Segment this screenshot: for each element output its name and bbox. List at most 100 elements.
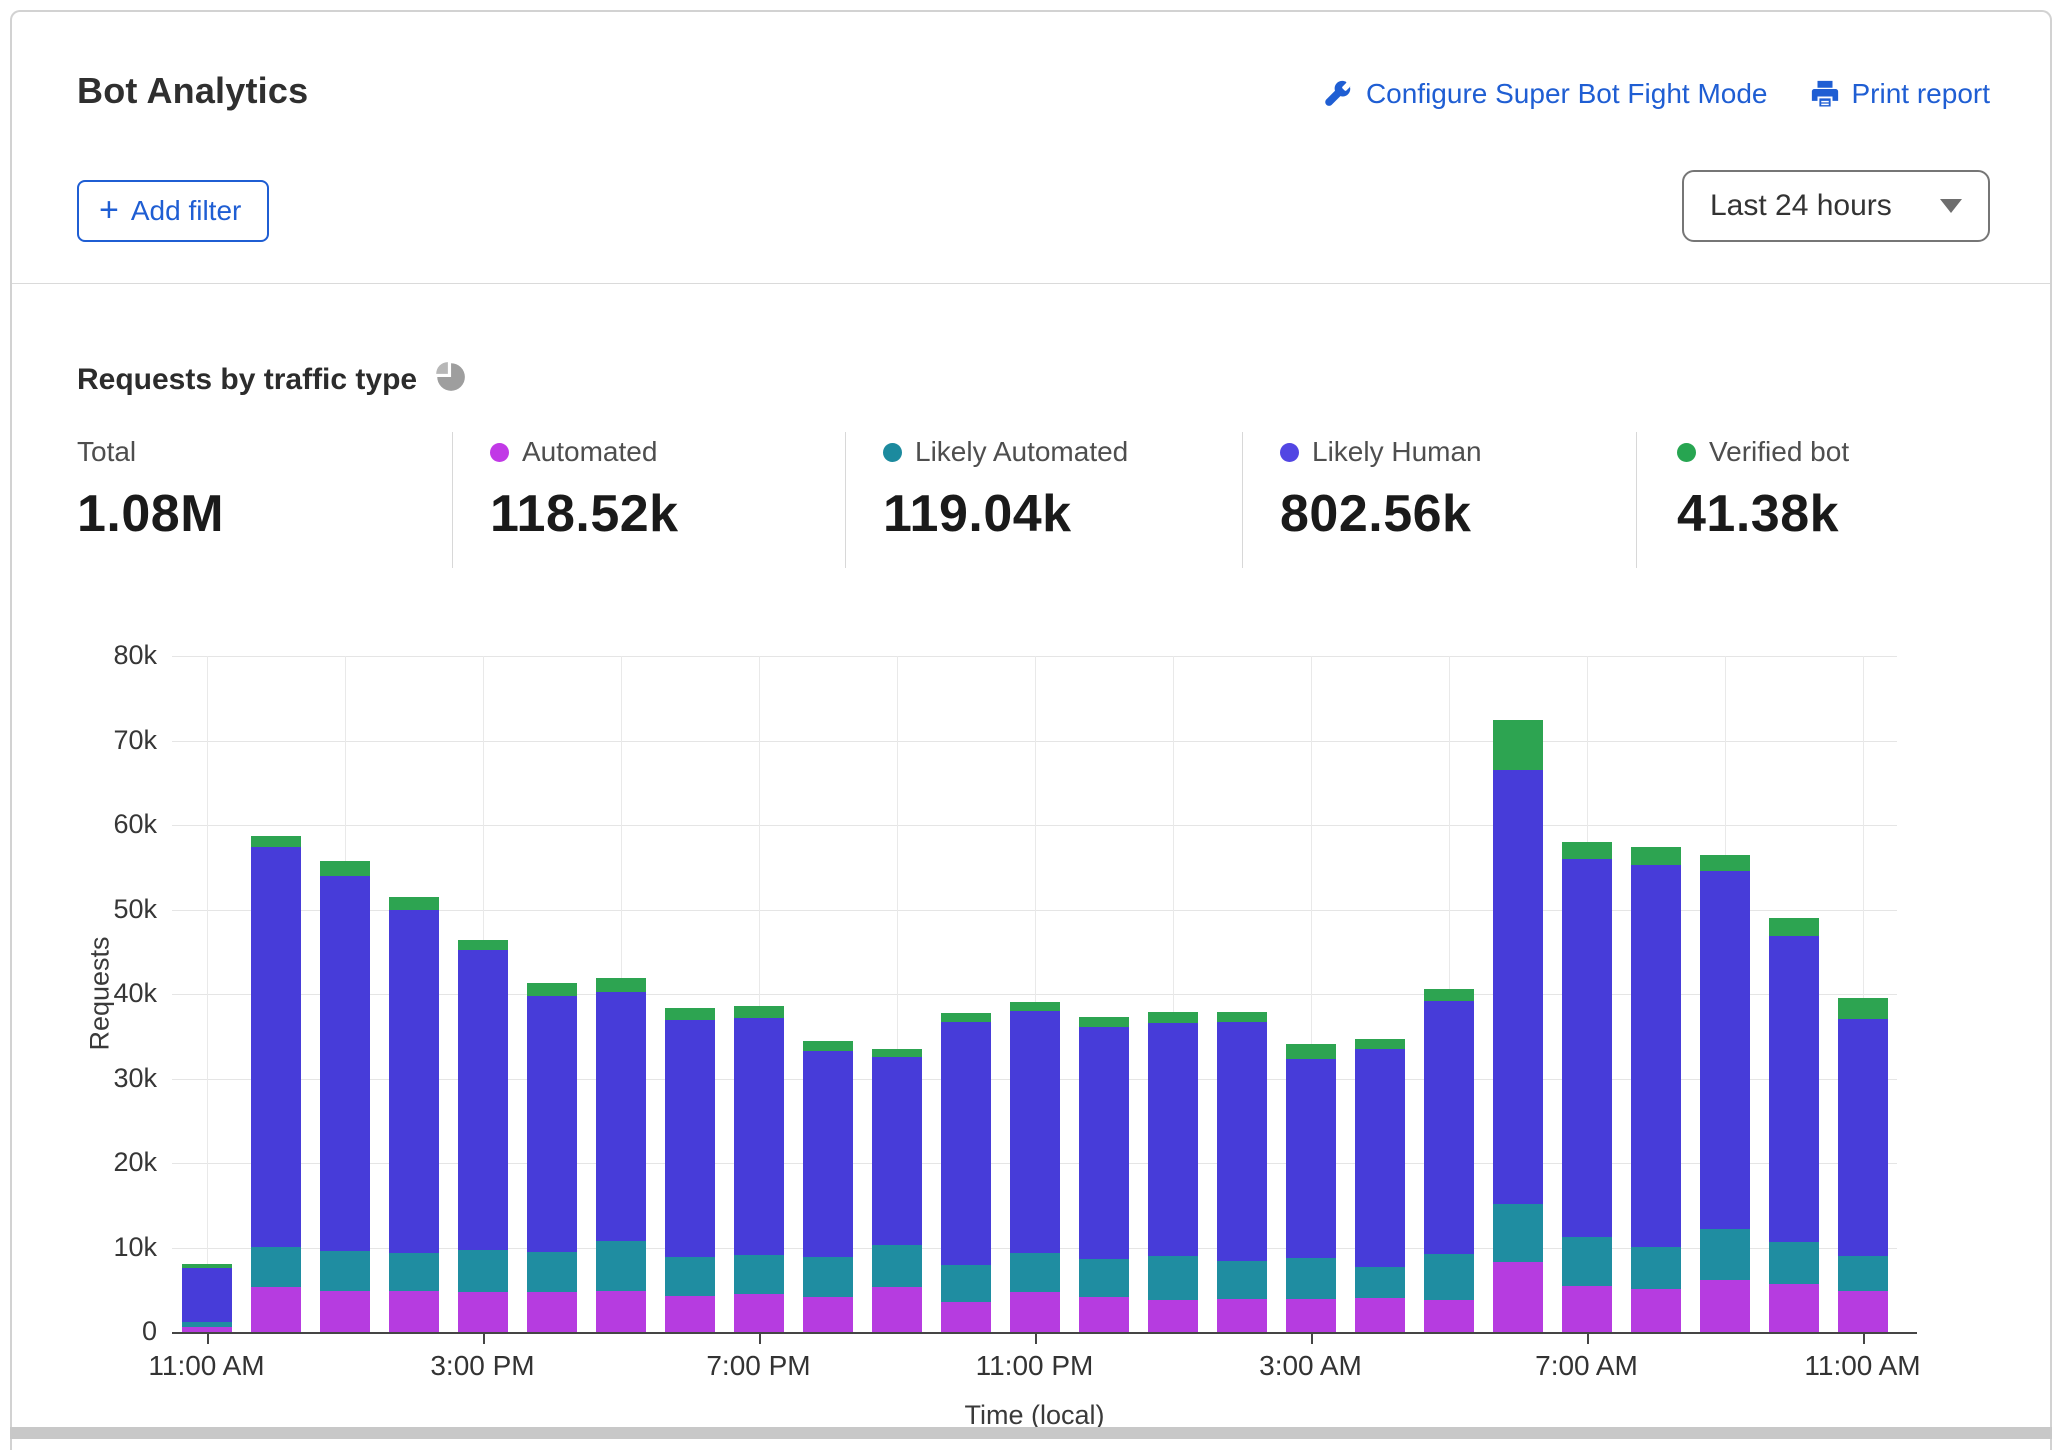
bar-segment-likely-automated[interactable] — [1838, 1256, 1888, 1291]
bar-segment-automated[interactable] — [458, 1292, 508, 1332]
bar-5:00 PM[interactable] — [596, 978, 646, 1332]
bar-segment-verified-bot[interactable] — [1355, 1039, 1405, 1049]
bar-10:00 PM[interactable] — [941, 1013, 991, 1332]
bar-segment-likely-automated[interactable] — [1148, 1256, 1198, 1300]
bar-segment-likely-human[interactable] — [734, 1018, 784, 1255]
bar-segment-likely-human[interactable] — [596, 992, 646, 1240]
bar-segment-likely-human[interactable] — [1769, 936, 1819, 1242]
bar-segment-likely-human[interactable] — [1493, 770, 1543, 1203]
bar-6:00 PM[interactable] — [665, 1008, 715, 1332]
bar-4:00 PM[interactable] — [527, 983, 577, 1332]
bar-segment-verified-bot[interactable] — [1424, 989, 1474, 1001]
bar-segment-likely-automated[interactable] — [872, 1245, 922, 1287]
bar-segment-likely-automated[interactable] — [320, 1251, 370, 1291]
bar-segment-likely-human[interactable] — [320, 876, 370, 1251]
bar-segment-verified-bot[interactable] — [1079, 1017, 1129, 1027]
bar-segment-automated[interactable] — [1493, 1262, 1543, 1332]
bar-segment-verified-bot[interactable] — [1700, 855, 1750, 871]
bar-5:00 AM[interactable] — [1424, 989, 1474, 1332]
bar-segment-likely-automated[interactable] — [1562, 1237, 1612, 1287]
bar-segment-likely-human[interactable] — [1010, 1011, 1060, 1254]
bar-segment-automated[interactable] — [1562, 1286, 1612, 1332]
bar-12:00 AM[interactable] — [1079, 1017, 1129, 1332]
bar-segment-likely-human[interactable] — [803, 1051, 853, 1257]
bar-segment-likely-human[interactable] — [1217, 1022, 1267, 1261]
bar-segment-likely-automated[interactable] — [734, 1255, 784, 1294]
bar-segment-likely-human[interactable] — [1079, 1027, 1129, 1259]
bar-11:00 PM[interactable] — [1010, 1002, 1060, 1332]
bar-segment-automated[interactable] — [1769, 1284, 1819, 1332]
bar-segment-likely-automated[interactable] — [458, 1250, 508, 1292]
bar-3:00 PM[interactable] — [458, 940, 508, 1332]
bar-segment-likely-human[interactable] — [665, 1020, 715, 1257]
bar-segment-verified-bot[interactable] — [1010, 1002, 1060, 1010]
bar-segment-verified-bot[interactable] — [251, 836, 301, 847]
bar-1:00 PM[interactable] — [320, 861, 370, 1332]
bar-segment-automated[interactable] — [251, 1287, 301, 1332]
bar-segment-verified-bot[interactable] — [872, 1049, 922, 1057]
bar-segment-likely-automated[interactable] — [1424, 1254, 1474, 1300]
bar-segment-likely-automated[interactable] — [596, 1241, 646, 1291]
bar-segment-automated[interactable] — [665, 1296, 715, 1332]
bar-segment-automated[interactable] — [389, 1291, 439, 1332]
bar-segment-likely-human[interactable] — [1148, 1023, 1198, 1256]
bar-segment-likely-automated[interactable] — [1286, 1258, 1336, 1299]
bar-segment-automated[interactable] — [1217, 1299, 1267, 1332]
bar-segment-automated[interactable] — [320, 1291, 370, 1332]
bar-12:00 PM[interactable] — [251, 836, 301, 1332]
bar-segment-likely-automated[interactable] — [251, 1247, 301, 1288]
bar-segment-automated[interactable] — [872, 1287, 922, 1332]
bar-2:00 PM[interactable] — [389, 897, 439, 1332]
bar-segment-likely-human[interactable] — [1286, 1059, 1336, 1258]
bar-segment-likely-human[interactable] — [872, 1057, 922, 1245]
bar-2:00 AM[interactable] — [1217, 1012, 1267, 1332]
bar-segment-verified-bot[interactable] — [734, 1006, 784, 1018]
bar-segment-automated[interactable] — [803, 1297, 853, 1332]
bar-segment-likely-human[interactable] — [1700, 871, 1750, 1229]
bar-segment-automated[interactable] — [1355, 1298, 1405, 1332]
bar-11:00 AM[interactable] — [182, 1264, 232, 1332]
bar-segment-verified-bot[interactable] — [1286, 1044, 1336, 1059]
bar-segment-likely-automated[interactable] — [1769, 1242, 1819, 1284]
bar-segment-likely-human[interactable] — [1355, 1049, 1405, 1267]
bar-segment-likely-human[interactable] — [389, 910, 439, 1252]
bar-segment-likely-automated[interactable] — [527, 1252, 577, 1293]
bar-segment-likely-human[interactable] — [527, 996, 577, 1252]
bar-segment-verified-bot[interactable] — [1493, 720, 1543, 770]
bar-segment-likely-human[interactable] — [1562, 859, 1612, 1237]
bar-segment-likely-automated[interactable] — [1493, 1204, 1543, 1262]
bar-8:00 AM[interactable] — [1631, 847, 1681, 1332]
bar-segment-automated[interactable] — [1631, 1289, 1681, 1332]
bar-segment-likely-automated[interactable] — [941, 1265, 991, 1301]
bar-segment-verified-bot[interactable] — [527, 983, 577, 996]
bar-segment-verified-bot[interactable] — [389, 897, 439, 911]
bar-segment-likely-human[interactable] — [251, 847, 301, 1247]
bar-segment-likely-human[interactable] — [458, 950, 508, 1250]
bar-segment-verified-bot[interactable] — [458, 940, 508, 950]
bar-segment-verified-bot[interactable] — [1631, 847, 1681, 865]
bar-7:00 PM[interactable] — [734, 1006, 784, 1332]
bar-segment-verified-bot[interactable] — [1838, 998, 1888, 1019]
bar-segment-automated[interactable] — [1079, 1297, 1129, 1332]
bar-segment-verified-bot[interactable] — [941, 1013, 991, 1022]
bar-segment-likely-automated[interactable] — [1355, 1267, 1405, 1298]
bar-segment-automated[interactable] — [596, 1291, 646, 1332]
bar-1:00 AM[interactable] — [1148, 1012, 1198, 1332]
bar-8:00 PM[interactable] — [803, 1041, 853, 1332]
bar-9:00 PM[interactable] — [872, 1049, 922, 1332]
bar-segment-likely-automated[interactable] — [1631, 1247, 1681, 1289]
bar-7:00 AM[interactable] — [1562, 842, 1612, 1332]
bar-segment-verified-bot[interactable] — [1148, 1012, 1198, 1023]
bar-segment-verified-bot[interactable] — [1217, 1012, 1267, 1022]
bar-9:00 AM[interactable] — [1700, 855, 1750, 1332]
bar-segment-likely-automated[interactable] — [665, 1257, 715, 1296]
bar-segment-automated[interactable] — [527, 1292, 577, 1332]
bar-10:00 AM[interactable] — [1769, 918, 1819, 1332]
bar-segment-likely-human[interactable] — [182, 1268, 232, 1322]
bar-segment-likely-human[interactable] — [1424, 1001, 1474, 1255]
bar-segment-likely-automated[interactable] — [1079, 1259, 1129, 1297]
bar-segment-automated[interactable] — [1286, 1299, 1336, 1332]
bar-segment-verified-bot[interactable] — [1562, 842, 1612, 859]
bar-segment-likely-automated[interactable] — [1217, 1261, 1267, 1299]
bar-segment-verified-bot[interactable] — [320, 861, 370, 875]
